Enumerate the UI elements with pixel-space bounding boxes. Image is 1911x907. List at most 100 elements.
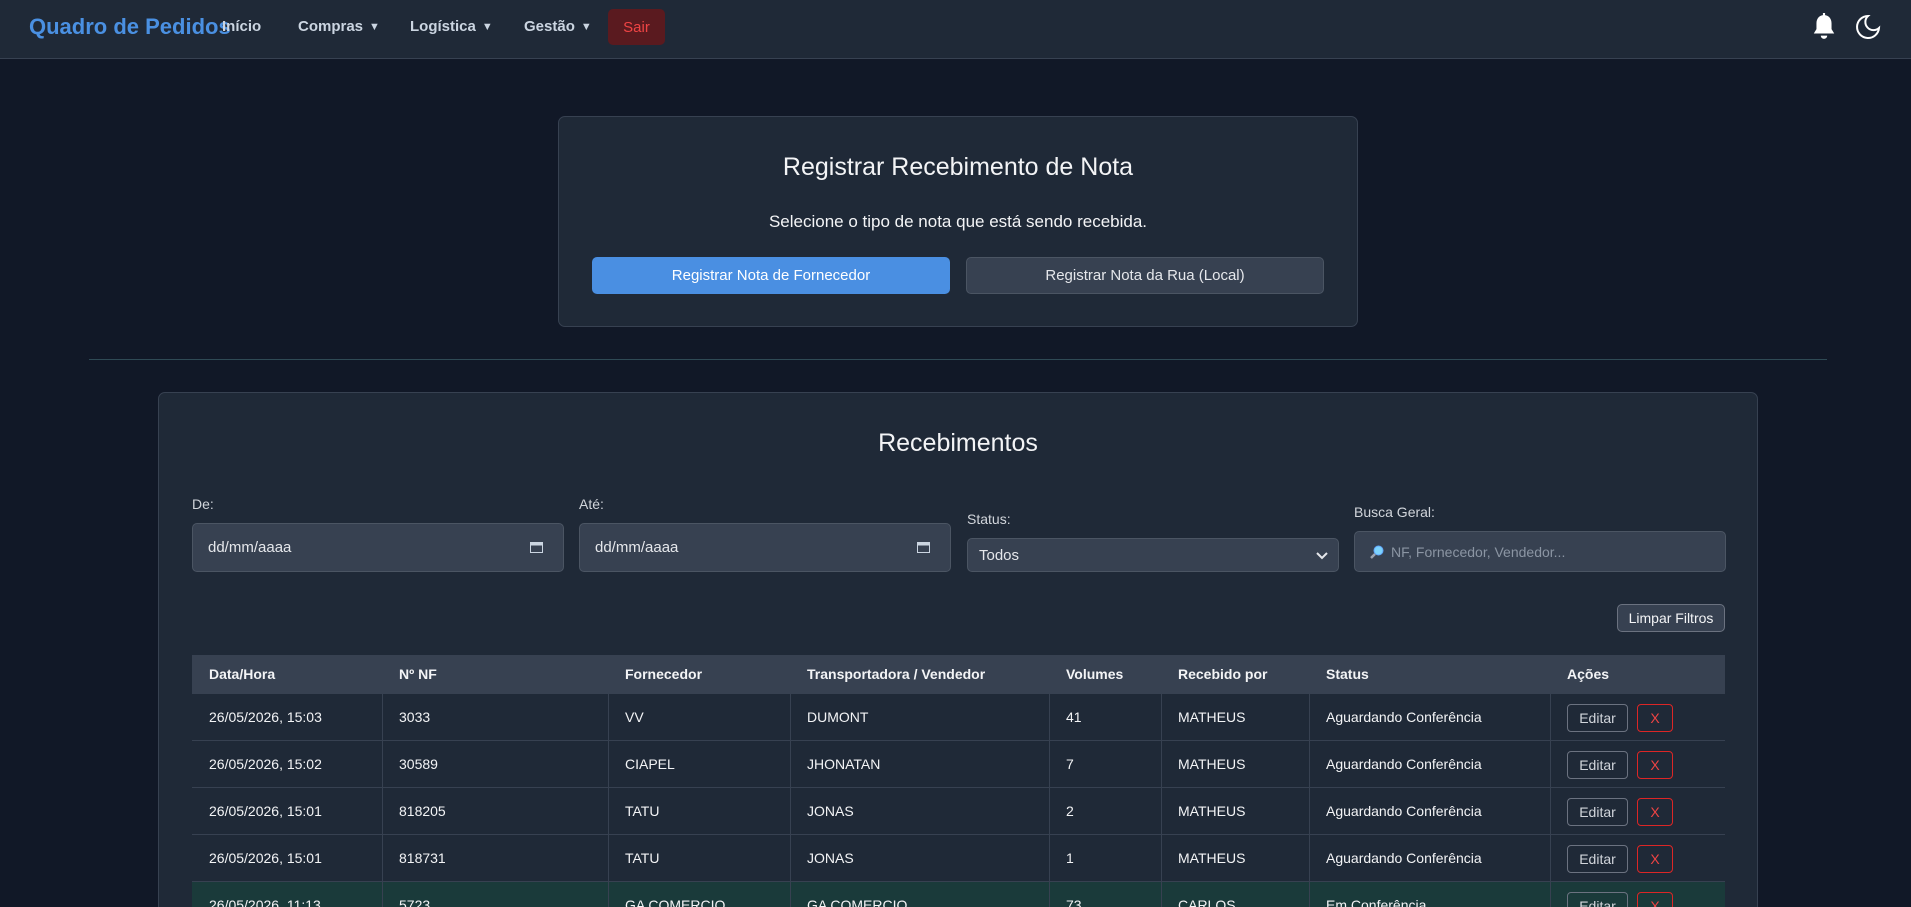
- logout-button[interactable]: Sair: [608, 9, 665, 45]
- cell-status: Aguardando Conferência: [1326, 756, 1482, 772]
- register-supplier-button[interactable]: Registrar Nota de Fornecedor: [592, 257, 950, 294]
- status-select[interactable]: Todos: [967, 538, 1339, 572]
- delete-button[interactable]: X: [1637, 704, 1673, 732]
- table-row[interactable]: 26/05/2026, 15:01 818731 TATU JONAS 1 MA…: [192, 835, 1725, 882]
- nav-item-logistica[interactable]: Logística ▼: [410, 18, 493, 35]
- chevron-down-icon: [1316, 552, 1328, 560]
- cell-divider: [608, 835, 609, 881]
- cell-divider: [608, 741, 609, 787]
- to-date-label: Até:: [579, 496, 604, 512]
- search-icon: [1370, 545, 1384, 559]
- cell-divider: [1161, 882, 1162, 907]
- cell-supplier: GA COMERCIO: [625, 897, 726, 907]
- cell-volumes: 7: [1066, 756, 1074, 772]
- clear-filters-button[interactable]: Limpar Filtros: [1617, 604, 1725, 632]
- nav-item-compras[interactable]: Compras ▼: [298, 18, 380, 35]
- cell-supplier: TATU: [625, 803, 660, 819]
- column-header[interactable]: Nº NF: [399, 666, 437, 682]
- nav-item-gestao[interactable]: Gestão ▼: [524, 18, 592, 35]
- register-receipt-card: Registrar Recebimento de Nota Selecione …: [558, 116, 1358, 327]
- table-row[interactable]: 26/05/2026, 15:02 30589 CIAPEL JHONATAN …: [192, 741, 1725, 788]
- receipts-card: Recebimentos De: dd/mm/aaaa Até: dd/mm/a…: [158, 392, 1758, 907]
- cell-divider: [790, 694, 791, 740]
- edit-button[interactable]: Editar: [1567, 892, 1628, 907]
- column-header: Ações: [1567, 666, 1610, 682]
- delete-button[interactable]: X: [1637, 845, 1673, 873]
- cell-supplier: TATU: [625, 850, 660, 866]
- cell-nf: 818205: [399, 803, 446, 819]
- table-row[interactable]: 26/05/2026, 15:03 3033 VV DUMONT 41 MATH…: [192, 694, 1725, 741]
- search-input[interactable]: NF, Fornecedor, Vendedor...: [1354, 531, 1726, 572]
- cell-nf: 30589: [399, 756, 438, 772]
- nav-item-label: Compras: [298, 18, 364, 35]
- register-subtitle: Selecione o tipo de nota que está sendo …: [768, 212, 1148, 231]
- cell-divider: [1049, 835, 1050, 881]
- cell-divider: [382, 694, 383, 740]
- moon-icon[interactable]: [1854, 13, 1882, 41]
- cell-divider: [1309, 788, 1310, 834]
- column-header[interactable]: Transportadora / Vendedor: [807, 666, 985, 682]
- cell-carrier: DUMONT: [807, 709, 869, 725]
- column-header[interactable]: Data/Hora: [209, 666, 275, 682]
- edit-button[interactable]: Editar: [1567, 704, 1628, 732]
- cell-datetime: 26/05/2026, 15:02: [209, 756, 322, 772]
- chevron-down-icon: ▼: [580, 20, 592, 33]
- cell-divider: [1550, 882, 1551, 907]
- cell-received-by: MATHEUS: [1178, 756, 1246, 772]
- delete-button[interactable]: X: [1637, 798, 1673, 826]
- delete-button[interactable]: X: [1637, 892, 1673, 907]
- from-date-input[interactable]: dd/mm/aaaa: [192, 523, 564, 572]
- cell-divider: [1161, 741, 1162, 787]
- cell-carrier: JONAS: [807, 850, 854, 866]
- cell-status: Em Conferência: [1326, 897, 1427, 907]
- edit-button[interactable]: Editar: [1567, 751, 1628, 779]
- cell-nf: 5723: [399, 897, 431, 907]
- cell-divider: [1049, 882, 1050, 907]
- column-header[interactable]: Volumes: [1066, 666, 1123, 682]
- cell-volumes: 41: [1066, 709, 1082, 725]
- table-header: Data/Hora Nº NF Fornecedor Transportador…: [192, 655, 1725, 694]
- cell-datetime: 26/05/2026, 11:13: [209, 897, 321, 907]
- delete-button[interactable]: X: [1637, 751, 1673, 779]
- cell-status: Aguardando Conferência: [1326, 709, 1482, 725]
- cell-divider: [1309, 694, 1310, 740]
- cell-carrier: JONAS: [807, 803, 854, 819]
- from-date-label: De:: [192, 496, 214, 512]
- column-header[interactable]: Status: [1326, 666, 1369, 682]
- nav-item-label: Logística: [410, 18, 476, 35]
- cell-divider: [1161, 694, 1162, 740]
- status-label: Status:: [967, 511, 1011, 527]
- edit-button[interactable]: Editar: [1567, 798, 1628, 826]
- register-street-button[interactable]: Registrar Nota da Rua (Local): [966, 257, 1324, 294]
- cell-nf: 3033: [399, 709, 431, 725]
- cell-divider: [1049, 694, 1050, 740]
- table-row[interactable]: 26/05/2026, 11:13 5723 GA COMERCIO GA CO…: [192, 882, 1725, 907]
- column-header[interactable]: Fornecedor: [625, 666, 702, 682]
- to-date-input[interactable]: dd/mm/aaaa: [579, 523, 951, 572]
- nav-item-inicio[interactable]: Início: [222, 18, 261, 35]
- cell-divider: [1550, 694, 1551, 740]
- cell-divider: [382, 882, 383, 907]
- cell-nf: 818731: [399, 850, 446, 866]
- receipts-table: Data/Hora Nº NF Fornecedor Transportador…: [192, 655, 1725, 907]
- column-header[interactable]: Recebido por: [1178, 666, 1267, 682]
- cell-supplier: VV: [625, 709, 644, 725]
- brand-title[interactable]: Quadro de Pedidos: [29, 14, 231, 40]
- status-select-value: Todos: [979, 546, 1020, 564]
- bell-icon[interactable]: [1811, 13, 1837, 41]
- cell-supplier: CIAPEL: [625, 756, 675, 772]
- cell-divider: [1550, 741, 1551, 787]
- cell-divider: [382, 741, 383, 787]
- receipts-title: Recebimentos: [878, 429, 1038, 457]
- cell-divider: [608, 694, 609, 740]
- cell-datetime: 26/05/2026, 15:01: [209, 803, 322, 819]
- calendar-icon[interactable]: [530, 541, 543, 553]
- cell-divider: [790, 835, 791, 881]
- cell-volumes: 73: [1066, 897, 1082, 907]
- edit-button[interactable]: Editar: [1567, 845, 1628, 873]
- calendar-icon[interactable]: [917, 541, 930, 553]
- cell-divider: [1049, 741, 1050, 787]
- cell-divider: [1309, 882, 1310, 907]
- table-row[interactable]: 26/05/2026, 15:01 818205 TATU JONAS 2 MA…: [192, 788, 1725, 835]
- cell-received-by: MATHEUS: [1178, 850, 1246, 866]
